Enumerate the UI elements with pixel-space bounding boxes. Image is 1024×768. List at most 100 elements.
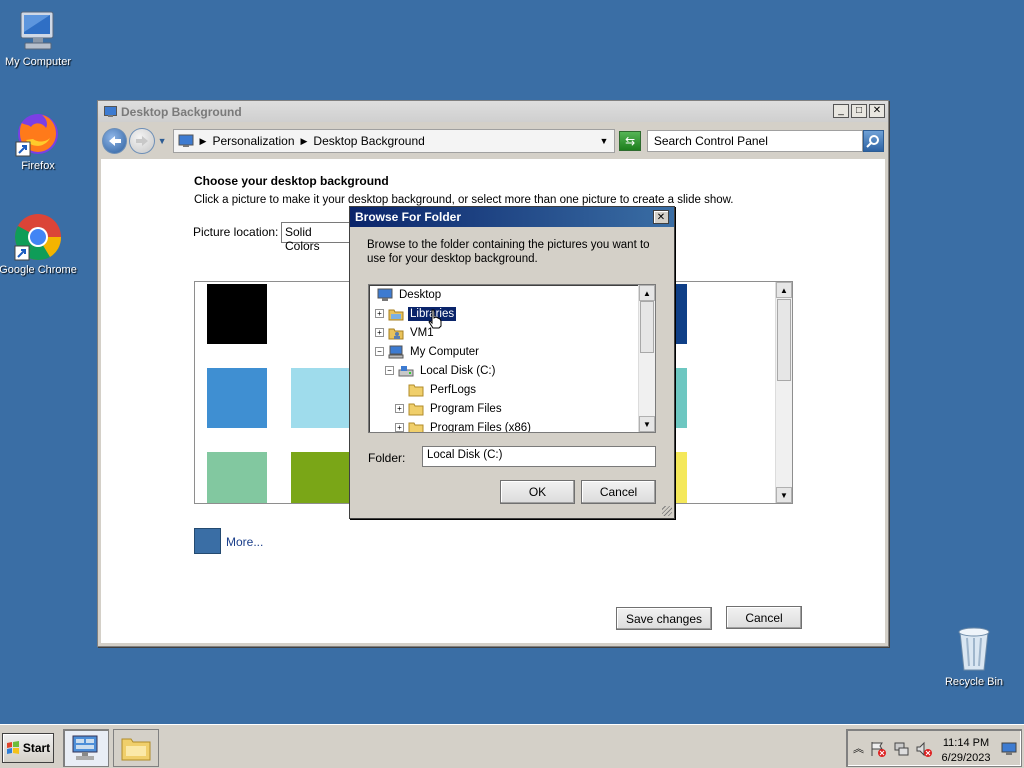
taskbar-explorer[interactable]	[113, 729, 159, 767]
monitor-icon	[20, 11, 54, 50]
action-center-flag-icon[interactable]	[869, 740, 887, 758]
tree-item-my-computer[interactable]: − My Computer	[375, 342, 481, 361]
color-swatch-light-blue[interactable]	[291, 368, 351, 428]
folder-input[interactable]: Local Disk (C:)	[422, 446, 656, 467]
desktop-icon	[377, 288, 393, 301]
show-desktop-icon[interactable]	[1001, 742, 1017, 756]
cancel-button[interactable]: Cancel	[726, 606, 802, 629]
start-label: Start	[22, 741, 51, 755]
search-placeholder: Search Control Panel	[653, 134, 768, 148]
expand-icon[interactable]: +	[375, 328, 384, 337]
scroll-up-icon[interactable]: ▲	[776, 282, 792, 298]
scroll-down-icon[interactable]: ▼	[776, 487, 792, 503]
folder-icon	[408, 384, 424, 396]
resize-grip-icon[interactable]	[662, 506, 672, 516]
forward-button[interactable]	[129, 128, 155, 154]
tree-scrollbar[interactable]: ▲ ▼	[638, 285, 655, 432]
firefox-icon	[15, 114, 58, 157]
collapse-icon[interactable]: −	[375, 347, 384, 356]
refresh-button[interactable]: ⇆	[619, 131, 641, 151]
user-folder-icon	[388, 328, 404, 339]
back-button[interactable]	[102, 128, 128, 154]
recent-pages-dropdown[interactable]: ▼	[158, 136, 167, 146]
desktop-icon-google-chrome[interactable]: Google Chrome	[0, 212, 78, 276]
search-input[interactable]: Search Control Panel	[646, 130, 863, 152]
drive-icon	[398, 365, 414, 376]
tree-item-label: Desktop	[399, 288, 442, 301]
server-manager-icon	[72, 735, 98, 760]
color-swatch-black[interactable]	[207, 284, 267, 344]
dialog-titlebar[interactable]: Browse For Folder	[350, 207, 674, 227]
minimize-button[interactable]: _	[833, 104, 849, 118]
breadcrumb-arrow-icon: ▶	[300, 135, 308, 146]
folder-icon	[408, 422, 424, 432]
desktop-icon-label: Firefox	[21, 160, 55, 172]
tree-item-program-files-x86[interactable]: + Program Files (x86)	[395, 418, 533, 433]
search-icon	[866, 135, 880, 148]
desktop-icon-label: My Computer	[4, 56, 72, 68]
scroll-up-icon[interactable]: ▲	[639, 285, 655, 301]
dialog-title: Browse For Folder	[355, 210, 462, 224]
expand-icon[interactable]: +	[395, 404, 404, 413]
desktop-icon-my-computer[interactable]: My Computer	[0, 8, 78, 68]
folder-icon	[408, 403, 424, 415]
folder-label: Folder:	[368, 451, 406, 465]
color-swatch-green[interactable]	[207, 452, 267, 503]
expand-icon[interactable]: +	[375, 309, 384, 318]
search-button[interactable]	[862, 130, 884, 152]
file-explorer-icon	[121, 738, 151, 761]
tree-item-libraries[interactable]: + Libraries	[375, 304, 457, 323]
scrollbar-thumb[interactable]	[640, 301, 654, 353]
network-icon[interactable]	[893, 740, 911, 758]
control-panel-icon	[104, 106, 117, 117]
tree-item-label: My Computer	[410, 345, 480, 358]
start-button[interactable]: Start	[2, 733, 54, 763]
color-swatch-blue[interactable]	[207, 368, 267, 428]
tree-item-label: Program Files (x86)	[430, 421, 531, 433]
dialog-close-button[interactable]: ✕	[653, 210, 669, 224]
volume-muted-icon[interactable]	[915, 740, 933, 758]
window-titlebar[interactable]: Desktop Background	[98, 101, 888, 122]
tree-item-program-files[interactable]: + Program Files	[395, 399, 504, 418]
dialog-cancel-button[interactable]: Cancel	[581, 480, 656, 504]
maximize-button[interactable]: □	[851, 104, 867, 118]
tree-item-label: PerfLogs	[430, 383, 477, 396]
more-colors-link[interactable]: More...	[226, 535, 263, 549]
system-clock[interactable]: 11:14 PM 6/29/2023	[937, 736, 995, 766]
gallery-scrollbar[interactable]: ▲ ▼	[775, 282, 792, 503]
save-changes-button[interactable]: Save changes	[616, 607, 712, 630]
dialog-ok-button[interactable]: OK	[500, 480, 575, 504]
more-colors-swatch[interactable]	[194, 528, 221, 554]
desktop-icon-recycle-bin[interactable]: Recycle Bin	[934, 624, 1014, 688]
address-bar[interactable]: ▶ Personalization ▶ Desktop Background ▼	[172, 129, 616, 153]
notification-area: ︽ 11:14 PM 6/29/2023	[846, 729, 1022, 767]
tree-item-desktop[interactable]: Desktop	[377, 285, 443, 304]
tree-item-perflogs[interactable]: PerfLogs	[408, 380, 478, 399]
show-hidden-icons-icon[interactable]: ︽	[853, 740, 864, 756]
scrollbar-thumb[interactable]	[777, 299, 791, 381]
taskbar-server-manager[interactable]	[63, 729, 109, 767]
tree-item-label: Program Files	[430, 402, 502, 415]
forward-arrow-icon	[135, 136, 148, 146]
breadcrumb-personalization[interactable]: Personalization	[212, 134, 294, 148]
chrome-icon	[14, 214, 62, 261]
folder-tree: Desktop + Libraries + VM1 − My Computer …	[368, 284, 656, 433]
picture-location-select[interactable]: Solid Colors	[281, 222, 353, 253]
tree-item-local-disk[interactable]: − Local Disk (C:)	[385, 361, 497, 380]
color-swatch-lime[interactable]	[291, 452, 351, 503]
hand-cursor-icon	[428, 309, 442, 329]
clock-date: 6/29/2023	[941, 752, 991, 764]
breadcrumb-desktop-background[interactable]: Desktop Background	[313, 134, 424, 148]
address-dropdown-icon[interactable]: ▼	[599, 136, 608, 146]
expand-icon[interactable]: +	[395, 423, 404, 432]
taskbar: Start ︽ 11:14 PM 6/29/2023	[0, 724, 1024, 768]
control-panel-icon	[178, 134, 194, 147]
scroll-down-icon[interactable]: ▼	[639, 416, 655, 432]
library-icon	[388, 309, 404, 320]
desktop-icon-firefox[interactable]: Firefox	[0, 110, 78, 172]
picture-location-label: Picture location:	[193, 225, 279, 239]
window-title: Desktop Background	[121, 104, 242, 119]
close-button[interactable]: ✕	[869, 104, 885, 118]
clock-time: 11:14 PM	[942, 737, 990, 749]
collapse-icon[interactable]: −	[385, 366, 394, 375]
